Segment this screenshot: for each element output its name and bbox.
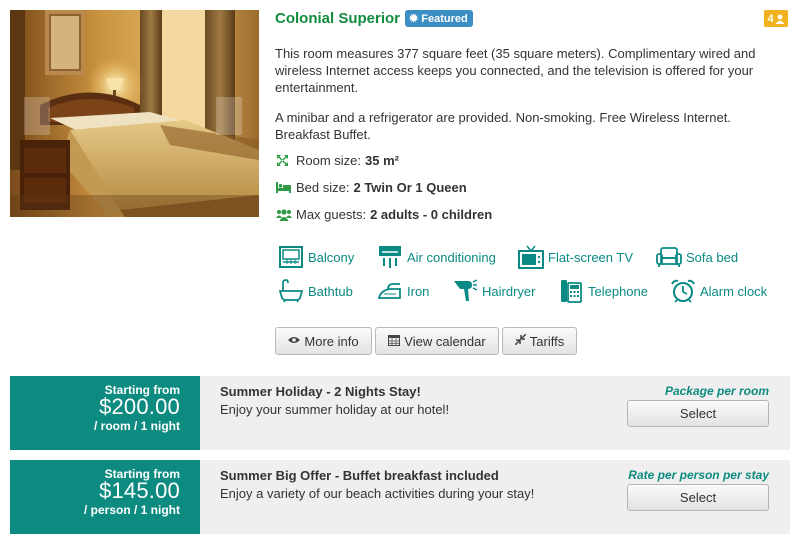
guest-capacity-badge: 4	[764, 10, 788, 27]
room-features-text: A minibar and a refrigerator are provide…	[275, 110, 731, 142]
max-guests-spec: Max guests: 2 adults - 0 children	[276, 207, 492, 222]
more-info-label: More info	[304, 333, 359, 349]
iron-icon	[377, 278, 403, 304]
room-size-spec: Room size: 35 m²	[276, 153, 399, 168]
amenity-air-conditioning-label: Air conditioning	[407, 249, 496, 265]
offer-description: Enjoy your summer holiday at our hotel!	[220, 402, 450, 417]
offer-description: Enjoy a variety of our beach activities …	[220, 486, 535, 501]
price-box: Starting from $145.00 / person / 1 night	[10, 460, 200, 534]
featured-badge: ✹ Featured	[405, 10, 473, 27]
max-guests-value: 2 adults - 0 children	[370, 207, 493, 222]
balcony-icon	[278, 244, 304, 270]
select-button[interactable]: Select	[627, 400, 769, 427]
group-icon	[276, 208, 292, 222]
bed-size-spec: Bed size: 2 Twin Or 1 Queen	[276, 180, 467, 195]
amenity-hairdryer: Hairdryer	[452, 278, 535, 304]
bed-size-label: Bed size:	[296, 180, 350, 195]
price-amount: $145.00	[99, 478, 180, 503]
rate-offer-row: Starting from $145.00 / person / 1 night…	[10, 460, 790, 534]
amenity-bathtub-label: Bathtub	[308, 283, 353, 299]
tariffs-label: Tariffs	[529, 333, 565, 349]
amenity-sofa-bed: Sofa bed	[656, 244, 738, 270]
amenity-alarm-clock: Alarm clock	[670, 278, 767, 304]
tv-icon	[518, 244, 544, 270]
offer-title: Summer Holiday - 2 Nights Stay!	[220, 384, 421, 399]
price-box: Starting from $200.00 / room / 1 night	[10, 376, 200, 450]
max-guests-label: Max guests:	[296, 207, 367, 222]
telephone-icon	[558, 278, 584, 304]
amenity-flat-screen-tv-label: Flat-screen TV	[548, 249, 634, 265]
amenity-flat-screen-tv: Flat-screen TV	[518, 244, 633, 270]
room-name[interactable]: Colonial Superior	[275, 10, 400, 27]
featured-label: Featured	[421, 12, 468, 25]
compress-icon	[514, 333, 527, 348]
alarm-clock-icon	[670, 278, 696, 304]
amenity-balcony-label: Balcony	[308, 249, 355, 265]
room-size-label: Room size:	[296, 153, 362, 168]
previous-photo-arrow[interactable]	[24, 97, 50, 135]
room-size-value: 35 m²	[365, 153, 399, 168]
room-title-row: Colonial Superior ✹ Featured	[275, 10, 473, 27]
guest-badge-count: 4	[767, 12, 774, 25]
offer-rate-type: Package per room	[664, 384, 769, 398]
price-unit: / person / 1 night	[83, 503, 180, 517]
bed-icon	[276, 181, 292, 195]
offer-title: Summer Big Offer - Buffet breakfast incl…	[220, 468, 499, 483]
amenity-balcony: Balcony	[278, 244, 354, 270]
calendar-icon	[388, 334, 401, 349]
amenity-sofa-bed-label: Sofa bed	[686, 249, 739, 265]
amenity-hairdryer-label: Hairdryer	[482, 283, 536, 299]
amenity-iron: Iron	[377, 278, 429, 304]
amenity-iron-label: Iron	[407, 283, 430, 299]
tariffs-button[interactable]: Tariffs	[502, 327, 577, 355]
amenity-air-conditioning: Air conditioning	[377, 244, 496, 270]
amenity-telephone: Telephone	[558, 278, 648, 304]
sofa-icon	[656, 244, 682, 270]
gear-icon: ✹	[409, 13, 419, 25]
rate-offer-row: Starting from $200.00 / room / 1 night S…	[10, 376, 790, 450]
expand-icon	[276, 154, 292, 168]
users-icon	[775, 14, 785, 24]
amenity-telephone-label: Telephone	[588, 283, 648, 299]
more-info-button[interactable]: More info	[275, 327, 372, 355]
offer-rate-type: Rate per person per stay	[628, 468, 769, 482]
price-unit: / room / 1 night	[94, 419, 180, 433]
select-button[interactable]: Select	[627, 484, 769, 511]
hairdryer-icon	[452, 278, 478, 304]
eye-icon	[288, 335, 301, 347]
view-calendar-button[interactable]: View calendar	[375, 327, 499, 355]
view-calendar-label: View calendar	[404, 333, 486, 349]
amenity-bathtub: Bathtub	[278, 278, 353, 304]
room-description: This room measures 377 square feet (35 s…	[275, 46, 756, 95]
next-photo-arrow[interactable]	[216, 97, 242, 135]
bed-size-value: 2 Twin Or 1 Queen	[353, 180, 467, 195]
bathtub-icon	[278, 278, 304, 304]
price-amount: $200.00	[99, 394, 180, 419]
amenity-alarm-clock-label: Alarm clock	[700, 283, 768, 299]
room-photo[interactable]	[10, 10, 259, 217]
air-conditioning-icon	[377, 244, 403, 270]
